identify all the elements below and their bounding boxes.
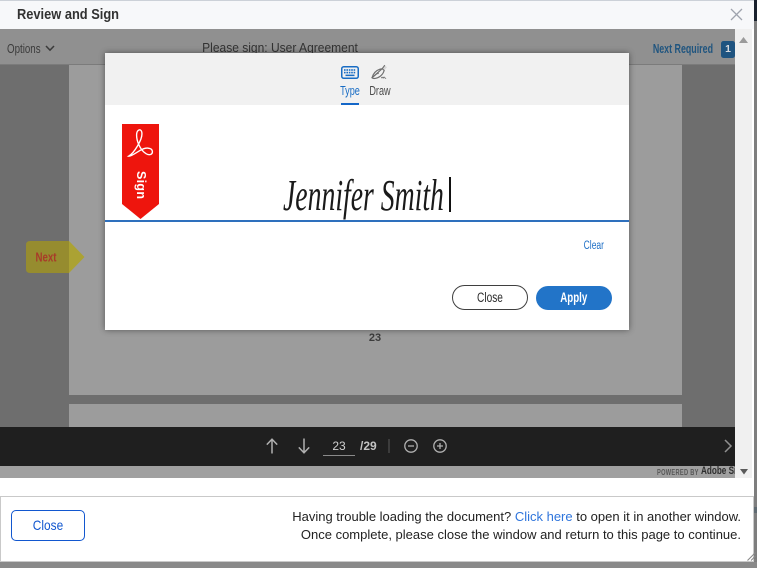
- svg-text:/29: /29: [360, 439, 377, 453]
- svg-text:Next: Next: [36, 250, 57, 265]
- svg-text:23: 23: [332, 439, 346, 453]
